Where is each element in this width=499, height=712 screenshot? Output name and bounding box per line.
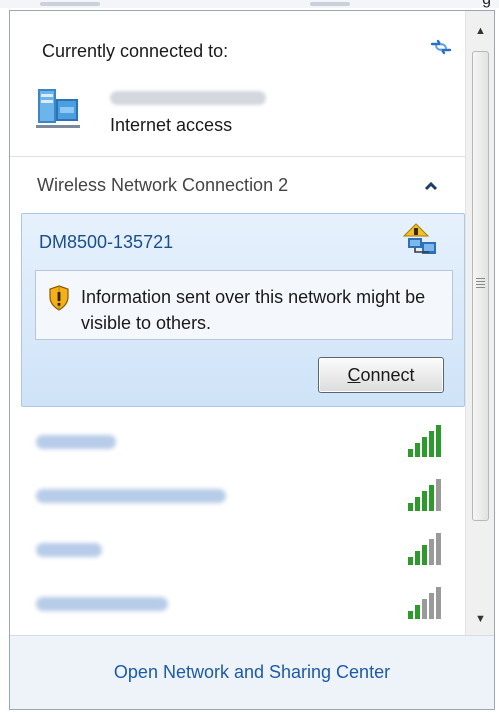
signal-strength-icon	[408, 533, 441, 565]
signal-bar-filled	[415, 605, 420, 619]
signal-strength-icon	[408, 587, 441, 619]
background-title-fragment: g	[482, 0, 491, 9]
internet-access-label: Internet access	[110, 115, 233, 135]
background-window-strip: g	[0, 0, 499, 8]
signal-bar-filled	[408, 611, 413, 619]
wireless-section-header[interactable]: Wireless Network Connection 2	[10, 157, 465, 213]
background-blur	[40, 2, 100, 6]
scroll-up-arrow-icon[interactable]: ▲	[466, 19, 494, 43]
signal-bar-filled	[422, 437, 427, 457]
connected-title: Currently connected to:	[42, 41, 229, 61]
open-network-icon	[402, 223, 436, 254]
scrollbar-thumb[interactable]	[472, 51, 489, 521]
wireless-section-label: Wireless Network Connection 2	[37, 175, 289, 195]
connect-button[interactable]: Connect	[318, 357, 444, 393]
blurred-network-name	[36, 435, 116, 449]
signal-bar-filled	[415, 443, 420, 457]
signal-bar-filled	[429, 431, 434, 457]
security-shield-icon	[49, 285, 69, 311]
network-list-item[interactable]	[10, 415, 465, 469]
signal-bar-filled	[408, 557, 413, 565]
signal-bar-empty	[429, 539, 434, 565]
blurred-network-name	[36, 543, 102, 557]
signal-bar-filled	[415, 551, 420, 565]
flyout-footer: Open Network and Sharing Center	[10, 635, 494, 709]
blurred-network-name	[36, 489, 226, 503]
refresh-arrows-icon[interactable]	[428, 34, 454, 60]
network-list-item[interactable]	[10, 523, 465, 577]
signal-bar-filled	[429, 485, 434, 511]
warning-text: Information sent over this network might…	[81, 287, 426, 333]
signal-bar-filled	[422, 545, 427, 565]
network-list-item[interactable]	[10, 469, 465, 523]
signal-bar-empty	[422, 599, 427, 619]
connection-header: Currently connected to: Internet access	[10, 11, 465, 155]
signal-bar-filled	[415, 497, 420, 511]
background-blur	[310, 2, 350, 6]
vertical-scrollbar[interactable]: ▲ ▼	[465, 11, 494, 635]
signal-strength-icon	[408, 425, 441, 457]
security-warning: Information sent over this network might…	[35, 270, 453, 340]
signal-bar-filled	[408, 449, 413, 457]
blurred-connection-name	[110, 91, 266, 105]
signal-bar-empty	[436, 533, 441, 565]
selected-network-item[interactable]: DM8500-135721 Information sent over this…	[21, 213, 465, 407]
signal-bar-filled	[422, 491, 427, 511]
chevron-up-icon[interactable]	[424, 181, 438, 191]
connect-label: onnect	[360, 365, 415, 385]
blurred-network-name	[36, 597, 168, 611]
network-flyout: Currently connected to: Internet access …	[9, 10, 495, 710]
connect-accelerator: C	[347, 365, 361, 385]
network-list-item[interactable]	[10, 577, 465, 631]
signal-bar-filled	[436, 425, 441, 457]
signal-bar-empty	[436, 479, 441, 511]
signal-strength-icon	[408, 479, 441, 511]
open-network-sharing-center-link[interactable]: Open Network and Sharing Center	[10, 662, 494, 683]
signal-bar-empty	[436, 587, 441, 619]
signal-bar-filled	[408, 503, 413, 511]
scrollbar-grip	[476, 278, 485, 290]
network-ssid: DM8500-135721	[39, 232, 174, 252]
scroll-down-arrow-icon[interactable]: ▼	[466, 607, 494, 631]
network-computer-icon	[36, 89, 80, 128]
signal-bar-empty	[429, 593, 434, 619]
